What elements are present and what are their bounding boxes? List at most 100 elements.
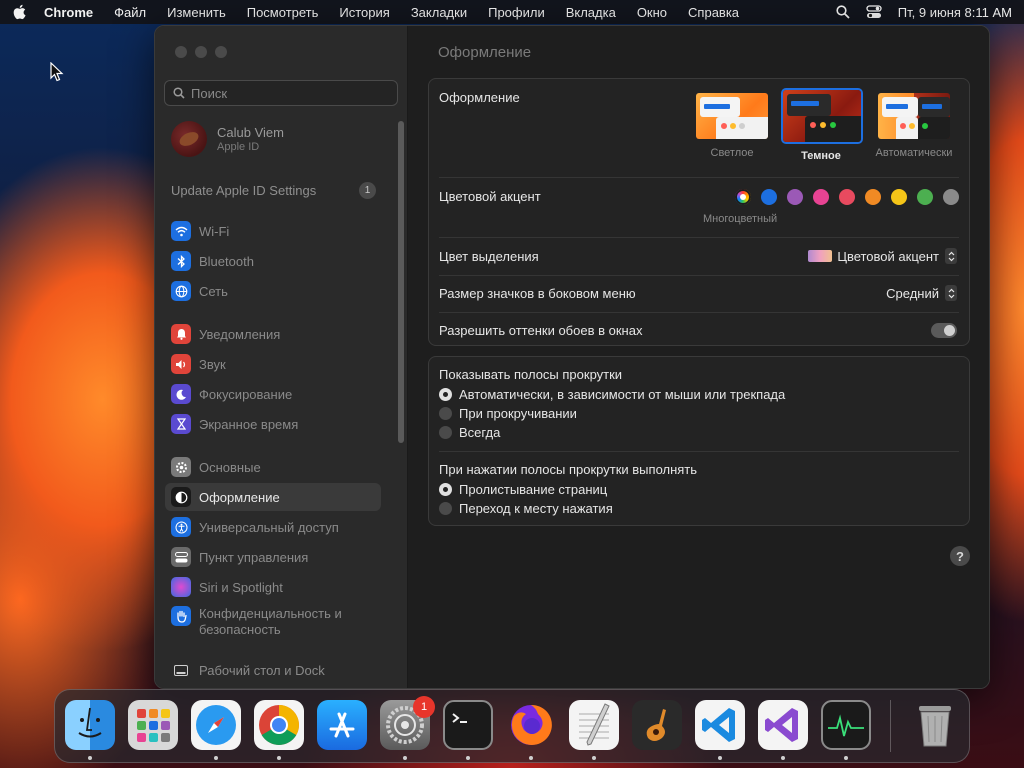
minimize-window-button[interactable]: [195, 46, 207, 58]
menu-file[interactable]: Файл: [114, 5, 146, 20]
profile-subtitle: Apple ID: [217, 141, 260, 153]
scrollbars-when-scrolling-option[interactable]: При прокручивании: [439, 406, 577, 421]
menu-history[interactable]: История: [339, 5, 389, 20]
sidebar-item-siri-spotlight[interactable]: Siri и Spotlight: [165, 573, 381, 601]
terminal-icon[interactable]: [443, 700, 493, 750]
profile-name: Calub Viem: [217, 125, 284, 140]
sidebar-item-desktop-dock[interactable]: Рабочий стол и Dock: [165, 656, 381, 684]
radio-label: Переход к месту нажатия: [459, 501, 613, 516]
radio-button[interactable]: [439, 388, 452, 401]
sidebar-item-appearance[interactable]: Оформление: [165, 483, 381, 511]
appearance-label: Оформление: [439, 90, 520, 105]
update-count-badge: 1: [359, 182, 376, 199]
firefox-icon[interactable]: [506, 700, 556, 750]
accent-swatch-graphite[interactable]: [943, 189, 959, 205]
wallpaper-tint-toggle[interactable]: [931, 323, 957, 338]
menubar-clock[interactable]: Пт, 9 июня 8:11 AM: [898, 5, 1012, 20]
accent-swatch-red[interactable]: [839, 189, 855, 205]
sidebar-item-accessibility[interactable]: Универсальный доступ: [165, 513, 381, 541]
sidebar-item-control-center[interactable]: Пункт управления: [165, 543, 381, 571]
radio-button[interactable]: [439, 502, 452, 515]
sidebar-item-sound[interactable]: Звук: [165, 350, 381, 378]
sidebar-item-notifications[interactable]: Уведомления: [165, 320, 381, 348]
highlight-color-popup[interactable]: Цветовой акцент: [808, 248, 957, 264]
accent-swatch-yellow[interactable]: [891, 189, 907, 205]
textedit-icon[interactable]: [569, 700, 619, 750]
scrollbars-auto-option[interactable]: Автоматически, в зависимости от мыши или…: [439, 387, 785, 402]
radio-button[interactable]: [439, 426, 452, 439]
sidebar-item-network[interactable]: Сеть: [165, 277, 381, 305]
search-box[interactable]: [164, 80, 398, 106]
sidebar-item-label: Bluetooth: [199, 253, 254, 269]
running-indicator: [718, 756, 722, 760]
mouse-cursor-icon: [50, 62, 64, 82]
running-indicator: [403, 756, 407, 760]
sidebar-item-bluetooth[interactable]: Bluetooth: [165, 247, 381, 275]
theme-option-dark[interactable]: Темное: [781, 88, 863, 162]
search-input[interactable]: [191, 85, 381, 101]
accent-swatch-orange[interactable]: [865, 189, 881, 205]
help-button[interactable]: ?: [950, 546, 970, 566]
sidebar-item-label: Сеть: [199, 283, 228, 299]
vscode-icon[interactable]: [695, 700, 745, 750]
sidebar-scrollbar[interactable]: [398, 121, 404, 443]
garageband-icon[interactable]: [632, 700, 682, 750]
sidebar-item-label: Wi-Fi: [199, 223, 230, 239]
sidebar-icon-size-popup[interactable]: Средний: [886, 285, 957, 301]
show-scrollbars-label: Показывать полосы прокрутки: [439, 367, 623, 382]
radio-button[interactable]: [439, 483, 452, 496]
divider: [439, 312, 959, 313]
theme-option-light[interactable]: Светлое: [692, 91, 772, 159]
accent-swatch-multicolor[interactable]: [735, 189, 751, 205]
apple-logo-icon[interactable]: [12, 4, 26, 20]
visual-studio-icon[interactable]: [758, 700, 808, 750]
apple-id-profile[interactable]: Calub Viem Apple ID: [171, 121, 284, 157]
app-store-icon[interactable]: [317, 700, 367, 750]
accent-swatch-purple[interactable]: [787, 189, 803, 205]
close-window-button[interactable]: [175, 46, 187, 58]
update-apple-id-item[interactable]: Update Apple ID Settings 1: [171, 182, 376, 199]
sidebar-item-wifi[interactable]: Wi-Fi: [165, 217, 381, 245]
zoom-window-button[interactable]: [215, 46, 227, 58]
accent-swatch-blue[interactable]: [761, 189, 777, 205]
accent-swatch-pink[interactable]: [813, 189, 829, 205]
menu-app-chrome[interactable]: Chrome: [44, 5, 93, 20]
highlight-color-label: Цвет выделения: [439, 249, 539, 264]
menu-bookmarks[interactable]: Закладки: [411, 5, 467, 20]
menu-edit[interactable]: Изменить: [167, 5, 226, 20]
radio-label: При прокручивании: [459, 406, 577, 421]
click-jump-to-spot-option[interactable]: Переход к месту нажатия: [439, 501, 613, 516]
theme-dark-caption: Темное: [801, 150, 841, 162]
menu-view[interactable]: Посмотреть: [247, 5, 319, 20]
chrome-icon[interactable]: [254, 700, 304, 750]
sidebar-item-focus[interactable]: Фокусирование: [165, 380, 381, 408]
chevron-updown-icon: [945, 248, 957, 264]
menu-window[interactable]: Окно: [637, 5, 667, 20]
divider: [439, 275, 959, 276]
sidebar-item-label: Оформление: [199, 489, 280, 505]
sidebar-item-general[interactable]: Основные: [165, 453, 381, 481]
menu-profiles[interactable]: Профили: [488, 5, 545, 20]
click-next-page-option[interactable]: Пролистывание страниц: [439, 482, 607, 497]
trash-icon[interactable]: [910, 700, 960, 750]
sidebar-item-screen-time[interactable]: Экранное время: [165, 410, 381, 438]
accent-swatch-green[interactable]: [917, 189, 933, 205]
spotlight-search-icon[interactable]: [836, 5, 850, 19]
gear-icon: [171, 457, 191, 477]
finder-icon[interactable]: [65, 700, 115, 750]
scrollbars-always-option[interactable]: Всегда: [439, 425, 500, 440]
menu-tab[interactable]: Вкладка: [566, 5, 616, 20]
accent-color-swatches: [735, 189, 959, 205]
activity-monitor-icon[interactable]: [821, 700, 871, 750]
safari-icon[interactable]: [191, 700, 241, 750]
sidebar-item-privacy-security[interactable]: Конфиденциальность и безопасность: [165, 602, 381, 642]
theme-option-auto[interactable]: Автоматически: [874, 91, 954, 159]
sidebar-item-label: Конфиденциальность и безопасность: [199, 606, 342, 637]
menu-help[interactable]: Справка: [688, 5, 739, 20]
radio-button[interactable]: [439, 407, 452, 420]
sidebar-item-label: Экранное время: [199, 416, 299, 432]
running-indicator: [214, 756, 218, 760]
launchpad-icon[interactable]: [128, 700, 178, 750]
sidebar: Calub Viem Apple ID Update Apple ID Sett…: [155, 26, 408, 688]
control-center-icon[interactable]: [866, 5, 882, 19]
